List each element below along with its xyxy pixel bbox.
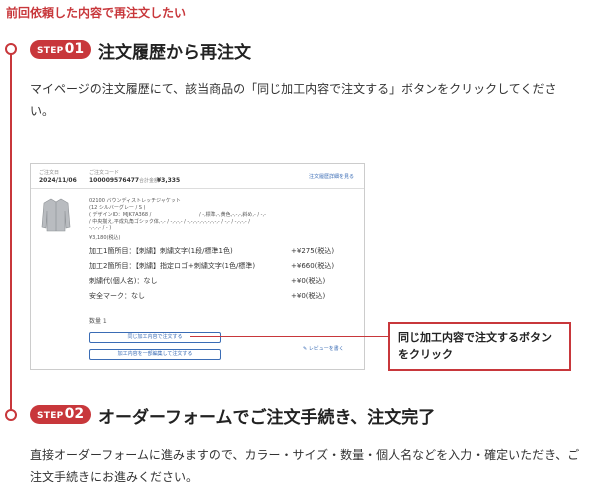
order-quantity: 数量 1 xyxy=(89,318,107,325)
product-name: 02100 バウンディストレッチジャケット xyxy=(89,198,181,204)
order-code-label: ご注文コード xyxy=(89,170,120,176)
order-date-value: 2024/11/06 xyxy=(39,177,77,184)
order-detail-link[interactable]: 注文履歴詳細を見る xyxy=(309,173,354,180)
order-date-label: ご注文日 xyxy=(39,170,60,176)
callout-line-2: をクリック xyxy=(398,348,453,361)
step2-badge-word: STEP xyxy=(37,411,64,421)
step1-description: マイページの注文履歴にて、該当商品の「同じ加工内容で注文する」ボタンをクリックし… xyxy=(30,82,557,118)
callout-connector-line xyxy=(190,336,388,337)
step2-badge-number: 02 xyxy=(64,406,85,422)
step1-badge: STEP 01 xyxy=(30,40,92,59)
process-row-price: +¥0(税込) xyxy=(291,277,326,285)
order-total-label: 合計金額 xyxy=(139,178,160,184)
callout-box: 同じ加工内容で注文するボタン をクリック xyxy=(388,322,571,371)
product-design-id: ( デザインID：MJK7A368 / xyxy=(89,212,152,218)
product-base-price: ¥3,180(税込) xyxy=(89,235,121,241)
order-card-header: ご注文日 2024/11/06 ご注文コード 100009576477 合計金額… xyxy=(31,164,364,189)
jacket-thumbnail xyxy=(41,198,71,232)
page-heading: 前回依頼した内容で再注文したい xyxy=(6,6,187,20)
timeline-line xyxy=(10,46,12,414)
callout-line-1: 同じ加工内容で注文するボタン xyxy=(398,331,552,344)
reorder-same-process-button[interactable]: 同じ加工内容で注文する xyxy=(89,332,221,343)
reorder-partial-edit-button[interactable]: 加工内容を一部編集して注文する xyxy=(89,349,221,360)
order-history-screenshot: ご注文日 2024/11/06 ご注文コード 100009576477 合計金額… xyxy=(30,163,365,370)
step1-title: 注文履歴から再注文 xyxy=(98,43,251,63)
process-row-label: 刺繍代(個人名)：なし xyxy=(89,277,158,285)
step2-description: 直接オーダーフォームに進みますので、カラー・サイズ・数量・個人名などを入力・確定… xyxy=(30,448,580,484)
process-row-label: 加工1箇所目：【刺繍】刺繍文字(1段/標準1色) xyxy=(89,247,233,255)
step1-badge-word: STEP xyxy=(37,46,64,56)
step2-badge: STEP 02 xyxy=(30,405,92,424)
process-row-label: 安全マーク：なし xyxy=(89,292,145,300)
process-row-price: +¥0(税込) xyxy=(291,292,326,300)
process-row-price: +¥660(税込) xyxy=(291,262,335,270)
timeline-dot-step1 xyxy=(5,43,17,55)
timeline-dot-step2 xyxy=(5,409,17,421)
product-font-line: / 中央揃え,平成丸角ゴシック体,-,- / -,-,-,- / -,-,-,-… xyxy=(89,219,250,225)
product-design-options: / -,標準,-,黄色,-,-,-,斜め,- / -,- xyxy=(199,212,266,218)
process-row-label: 加工2箇所目：【刺繍】指定ロゴ+刺繍文字(1色/標準) xyxy=(89,262,256,270)
write-review-link[interactable]: ✎ レビューを書く xyxy=(303,345,344,352)
order-code-value: 100009576477 xyxy=(89,177,140,184)
process-row-price: +¥275(税込) xyxy=(291,247,335,255)
order-total-value: ¥3,335 xyxy=(157,177,181,184)
product-font-line-2: -,-,-,- / - ) xyxy=(89,225,112,231)
product-color: (12 シルバーグレー / S ) xyxy=(89,205,146,211)
step1-badge-number: 01 xyxy=(64,41,85,57)
step2-title: オーダーフォームでご注文手続き、注文完了 xyxy=(98,408,436,428)
